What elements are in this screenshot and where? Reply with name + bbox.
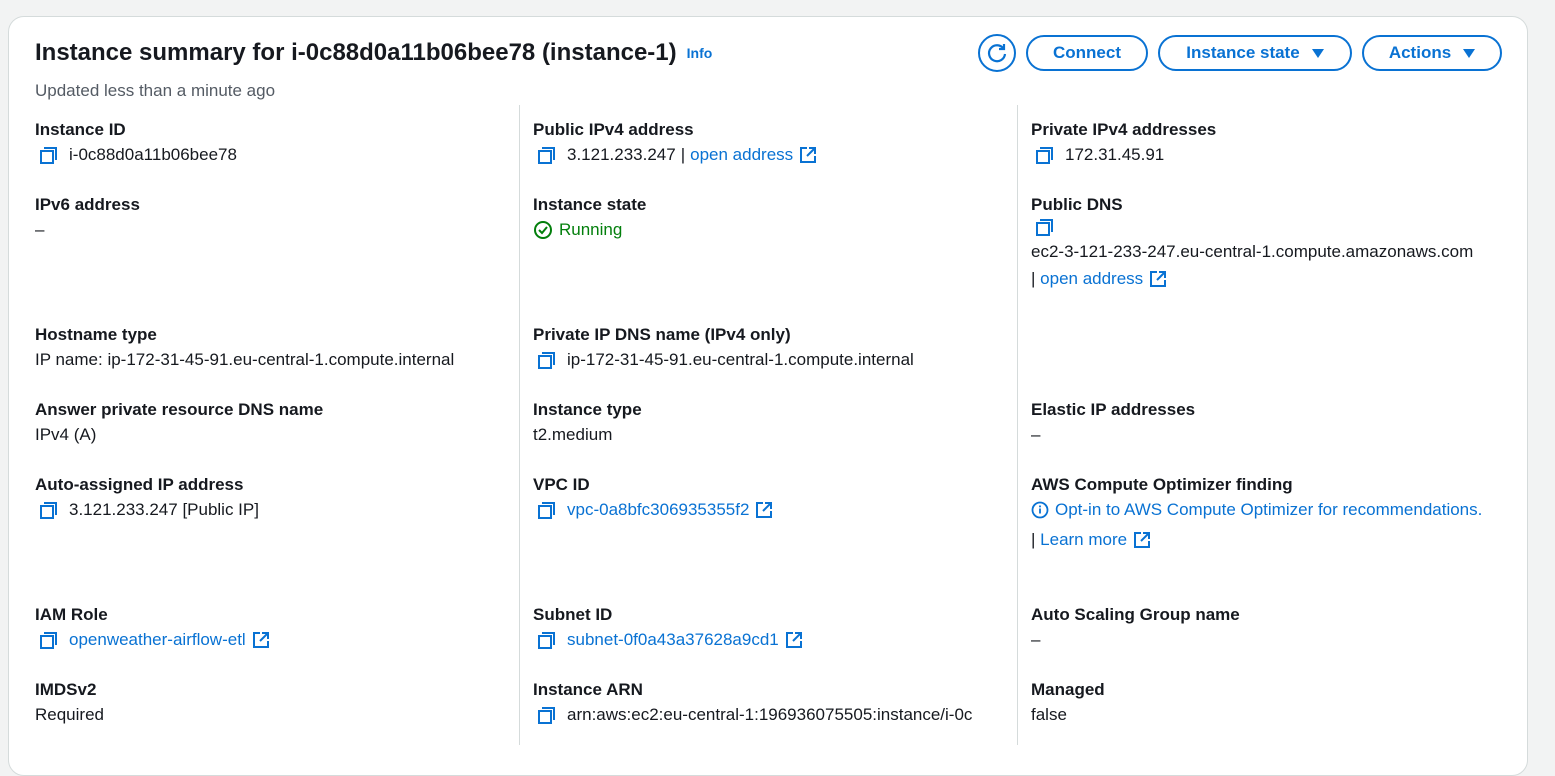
vpc-id-link[interactable]: vpc-0a8bfc306935355f2 (567, 497, 749, 522)
ipv6-field: IPv6 address – (35, 192, 140, 242)
private-dns-value: ip-172-31-45-91.eu-central-1.compute.int… (567, 350, 914, 369)
external-link-icon[interactable] (252, 631, 270, 649)
managed-field: Managed false (1031, 677, 1105, 727)
external-link-icon[interactable] (799, 146, 817, 164)
instance-arn-value: arn:aws:ec2:eu-central-1:196936075505:in… (567, 705, 973, 724)
copy-icon[interactable] (1035, 145, 1057, 165)
auto-ip-value: 3.121.233.247 [Public IP] (69, 500, 259, 519)
actions-label: Actions (1388, 43, 1452, 62)
info-circle-icon (1031, 501, 1049, 519)
instance-id-value: i-0c88d0a11b06bee78 (69, 145, 237, 164)
iam-role-field: IAM Role openweather-airflow-etl (35, 602, 270, 652)
asg-field: Auto Scaling Group name – (1031, 602, 1240, 652)
instance-summary-panel: Instance summary for i-0c88d0a11b06bee78… (8, 16, 1528, 776)
optimizer-field: AWS Compute Optimizer finding Opt-in to … (1031, 472, 1507, 552)
caret-down-icon (1463, 48, 1476, 58)
instance-state-label: Instance state (1186, 43, 1300, 62)
copy-icon[interactable] (1035, 217, 1057, 237)
asg-value: – (1031, 630, 1041, 649)
actions-button[interactable]: Actions (1362, 35, 1502, 71)
instance-id-field: Instance ID i-0c88d0a11b06bee78 (35, 117, 237, 167)
external-link-icon[interactable] (785, 631, 803, 649)
copy-icon[interactable] (537, 630, 559, 650)
instance-type-value: t2.medium (533, 425, 613, 444)
public-ipv4-value: 3.121.233.247 (567, 145, 676, 164)
column-divider (519, 105, 520, 745)
header-actions: Connect Instance state Actions (978, 34, 1502, 72)
subnet-id-field: Subnet ID subnet-0f0a43a37628a9cd1 (533, 602, 803, 652)
managed-value: false (1031, 705, 1067, 724)
copy-icon[interactable] (39, 145, 61, 165)
instance-state-button[interactable]: Instance state (1158, 35, 1352, 71)
answer-dns-value: IPv4 (A) (35, 425, 97, 444)
copy-icon[interactable] (537, 705, 559, 725)
iam-role-link[interactable]: openweather-airflow-etl (69, 627, 246, 652)
refresh-button[interactable] (978, 34, 1016, 72)
copy-icon[interactable] (39, 630, 61, 650)
imdsv2-value: Required (35, 705, 104, 724)
hostname-type-field: Hostname type IP name: ip-172-31-45-91.e… (35, 322, 454, 372)
ipv6-value: – (35, 220, 45, 239)
private-dns-field: Private IP DNS name (IPv4 only) ip-172-3… (533, 322, 914, 372)
page-title: Instance summary for i-0c88d0a11b06bee78… (35, 39, 713, 66)
public-dns-field: Public DNS ec2-3-121-233-247.eu-central-… (1031, 192, 1511, 291)
updated-text: Updated less than a minute ago (35, 81, 276, 100)
instance-state-field: Instance state Running (533, 192, 646, 242)
caret-down-icon (1311, 48, 1324, 58)
auto-ip-field: Auto-assigned IP address 3.121.233.247 [… (35, 472, 259, 522)
hostname-type-value: IP name: ip-172-31-45-91.eu-central-1.co… (35, 350, 455, 369)
external-link-icon[interactable] (755, 501, 773, 519)
optimizer-optin-link[interactable]: Opt-in to AWS Compute Optimizer for reco… (1055, 500, 1482, 519)
column-divider (1017, 105, 1018, 745)
copy-icon[interactable] (537, 500, 559, 520)
copy-icon[interactable] (537, 145, 559, 165)
private-ipv4-value: 172.31.45.91 (1065, 145, 1165, 164)
check-circle-icon (534, 220, 552, 239)
external-link-icon[interactable] (1149, 270, 1167, 288)
open-address-link[interactable]: open address (690, 142, 793, 167)
info-link[interactable]: Info (687, 45, 713, 61)
status-running: Running (559, 220, 623, 239)
vpc-id-field: VPC ID vpc-0a8bfc306935355f2 (533, 472, 773, 522)
instance-type-field: Instance type t2.medium (533, 397, 642, 447)
instance-arn-field: Instance ARN arn:aws:ec2:eu-central-1:19… (533, 677, 972, 727)
elastic-ip-value: – (1031, 425, 1041, 444)
imdsv2-field: IMDSv2 Required (35, 677, 104, 727)
external-link-icon[interactable] (1133, 531, 1151, 549)
subnet-id-link[interactable]: subnet-0f0a43a37628a9cd1 (567, 627, 779, 652)
refresh-icon (987, 44, 1007, 63)
open-address-link[interactable]: open address (1040, 266, 1143, 291)
answer-dns-field: Answer private resource DNS name IPv4 (A… (35, 397, 323, 447)
copy-icon[interactable] (39, 500, 61, 520)
learn-more-link[interactable]: Learn more (1040, 527, 1127, 552)
public-dns-value: ec2-3-121-233-247.eu-central-1.compute.a… (1031, 242, 1474, 261)
copy-icon[interactable] (537, 350, 559, 370)
connect-button[interactable]: Connect (1026, 35, 1148, 71)
public-ipv4-field: Public IPv4 address 3.121.233.247 | open a… (533, 117, 817, 167)
private-ipv4-field: Private IPv4 addresses 172.31.45.91 (1031, 117, 1216, 167)
elastic-ip-field: Elastic IP addresses – (1031, 397, 1195, 447)
